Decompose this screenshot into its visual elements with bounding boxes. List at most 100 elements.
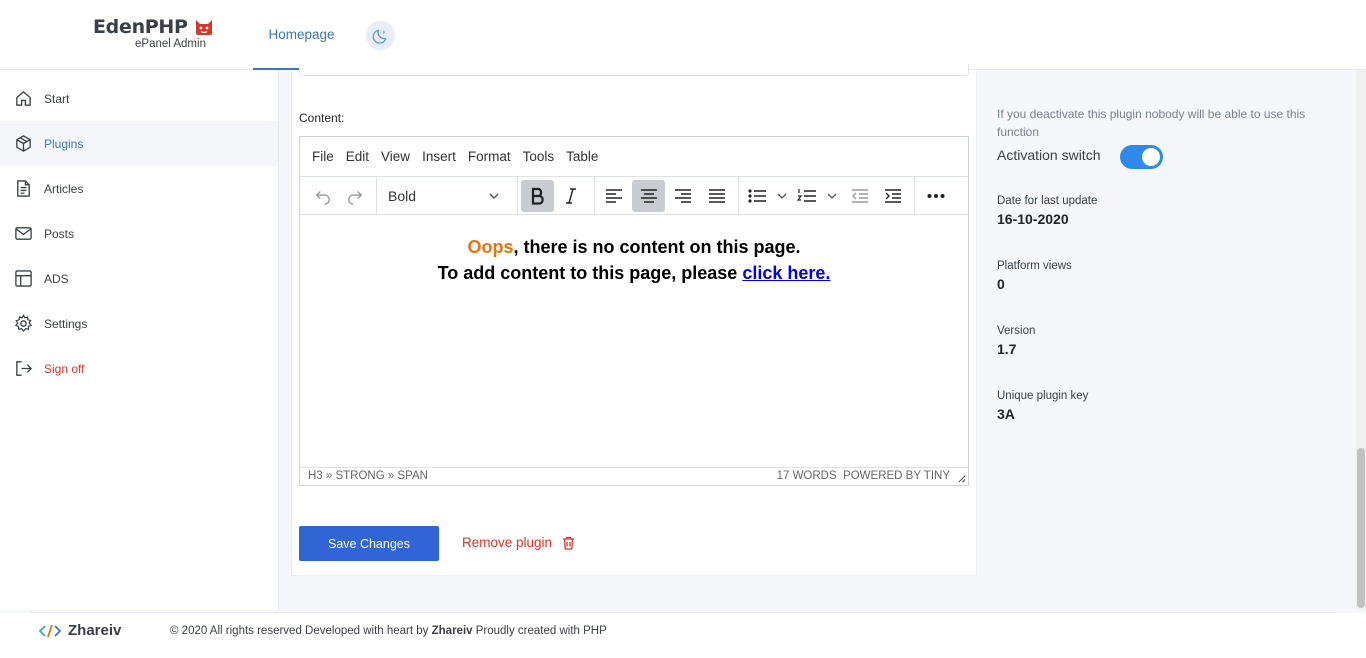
plugin-key-value: 3A [997,406,1015,422]
footer-brand: Zhareiv [68,622,122,639]
footer: Zhareiv © 2020 All rights reserved Devel… [0,613,1366,658]
sidebar-item-label: Plugins [44,136,84,151]
bullet-list-icon [748,189,787,203]
sidebar-item-plugins[interactable]: Plugins [0,121,278,166]
version-value: 1.7 [997,341,1017,357]
empty-message-line-2: To add content to this page, please clic… [437,263,831,283]
sidebar-item-label: Settings [44,316,88,331]
align-center-icon [640,189,657,203]
menu-edit[interactable]: Edit [346,149,369,164]
align-right-button[interactable] [667,180,699,212]
indent-icon [885,189,901,203]
oops-text: Oops [467,237,514,257]
previous-input-field[interactable] [299,64,969,76]
sidebar-item-ads[interactable]: ADS [0,256,278,301]
plugin-key-label: Unique plugin key [997,390,1089,402]
sidebar-item-label: Articles [44,181,84,196]
word-count[interactable]: 17 WORDS [777,470,837,482]
layout-icon [15,270,32,287]
devil-icon [195,19,212,35]
activation-switch[interactable] [1120,145,1163,169]
align-center-button[interactable] [632,180,665,212]
chevron-down-icon [489,193,499,199]
menu-format[interactable]: Format [468,149,511,164]
deactivation-note: If you deactivate this plugin nobody wil… [997,107,1306,139]
align-justify-icon [709,189,725,203]
more-dots-icon [927,194,945,198]
theme-toggle-button[interactable] [366,21,395,50]
sidebar-item-sign-off[interactable]: Sign off [0,346,278,391]
package-icon [16,135,31,152]
editor-content-area[interactable]: Oops, there is no content on this page. … [300,215,968,467]
editor-statusbar: H3 » STRONG » SPAN 17 WORDS POWERED BY T… [300,467,968,485]
save-changes-button[interactable]: Save Changes [299,526,439,561]
document-icon [17,180,30,197]
sidebar-item-articles[interactable]: Articles [0,166,278,211]
align-right-icon [675,189,691,203]
last-update-value: 16-10-2020 [997,211,1069,227]
activation-switch-label: Activation switch [997,147,1101,163]
format-select[interactable]: Bold [380,180,510,212]
editor-menubar: File Edit View Insert Format Tools Table [300,137,968,177]
outdent-button[interactable] [846,180,874,212]
resize-handle-icon[interactable] [957,474,966,483]
rich-text-editor: File Edit View Insert Format Tools Table… [299,136,969,486]
numbered-list-icon [797,189,837,202]
gear-icon [14,314,33,333]
sidebar-item-start[interactable]: Start [0,76,278,121]
menu-tools[interactable]: Tools [523,149,555,164]
last-update-label: Date for last update [997,195,1098,207]
sidebar-item-label: Posts [44,226,75,241]
sidebar-item-posts[interactable]: Posts [0,211,278,256]
sidebar-item-settings[interactable]: Settings [0,301,278,346]
undo-button[interactable] [308,180,338,212]
numbered-list-button[interactable] [794,180,840,212]
content-label: Content: [299,111,345,125]
platform-views-label: Platform views [997,260,1072,272]
bold-icon [531,187,544,205]
mail-icon [15,227,32,240]
redo-button[interactable] [340,180,370,212]
italic-icon [566,188,576,204]
align-justify-button[interactable] [701,180,733,212]
sidebar: Start Plugins Articles Posts ADS Setting… [0,70,279,610]
trash-icon [563,536,575,550]
moon-icon [372,29,387,44]
indent-button[interactable] [878,180,908,212]
align-left-icon [606,189,622,203]
sidebar-item-label: Sign off [44,361,85,376]
italic-button[interactable] [556,180,586,212]
undo-icon [315,191,330,205]
empty-message-line-1: Oops, there is no content on this page. [467,237,801,257]
sidebar-item-label: ADS [44,271,69,286]
logo[interactable]: EdenPHP ePanel Admin [93,16,214,50]
align-left-button[interactable] [598,180,630,212]
menu-insert[interactable]: Insert [422,149,456,164]
footer-logo[interactable]: Zhareiv [38,622,121,639]
bullet-list-button[interactable] [744,180,790,212]
redo-icon [348,191,363,205]
format-select-value: Bold [388,188,417,204]
logo-subtitle: ePanel Admin [135,38,206,50]
version-label: Version [997,325,1036,337]
more-options-button[interactable] [920,180,952,212]
code-brackets-icon [38,624,62,637]
top-header: EdenPHP ePanel Admin Homepage [0,0,1366,70]
remove-plugin-label: Remove plugin [462,535,553,550]
platform-views-value: 0 [997,276,1005,292]
remove-plugin-button[interactable]: Remove plugin [462,535,575,550]
powered-by-link[interactable]: POWERED BY TINY [843,470,950,482]
add-content-link[interactable]: click here. [742,263,830,283]
scrollbar-thumb[interactable] [1357,448,1365,608]
menu-file[interactable]: File [312,149,334,164]
outdent-icon [852,189,868,203]
editor-toolbar: Bold [300,177,968,215]
tab-homepage[interactable]: Homepage [253,0,350,70]
logo-title: EdenPHP [93,16,188,38]
menu-view[interactable]: View [381,149,410,164]
logout-icon [16,361,33,376]
menu-table[interactable]: Table [566,149,598,164]
sidebar-item-label: Start [44,91,70,106]
element-path[interactable]: H3 » STRONG » SPAN [308,470,428,482]
bold-button[interactable] [521,180,554,212]
